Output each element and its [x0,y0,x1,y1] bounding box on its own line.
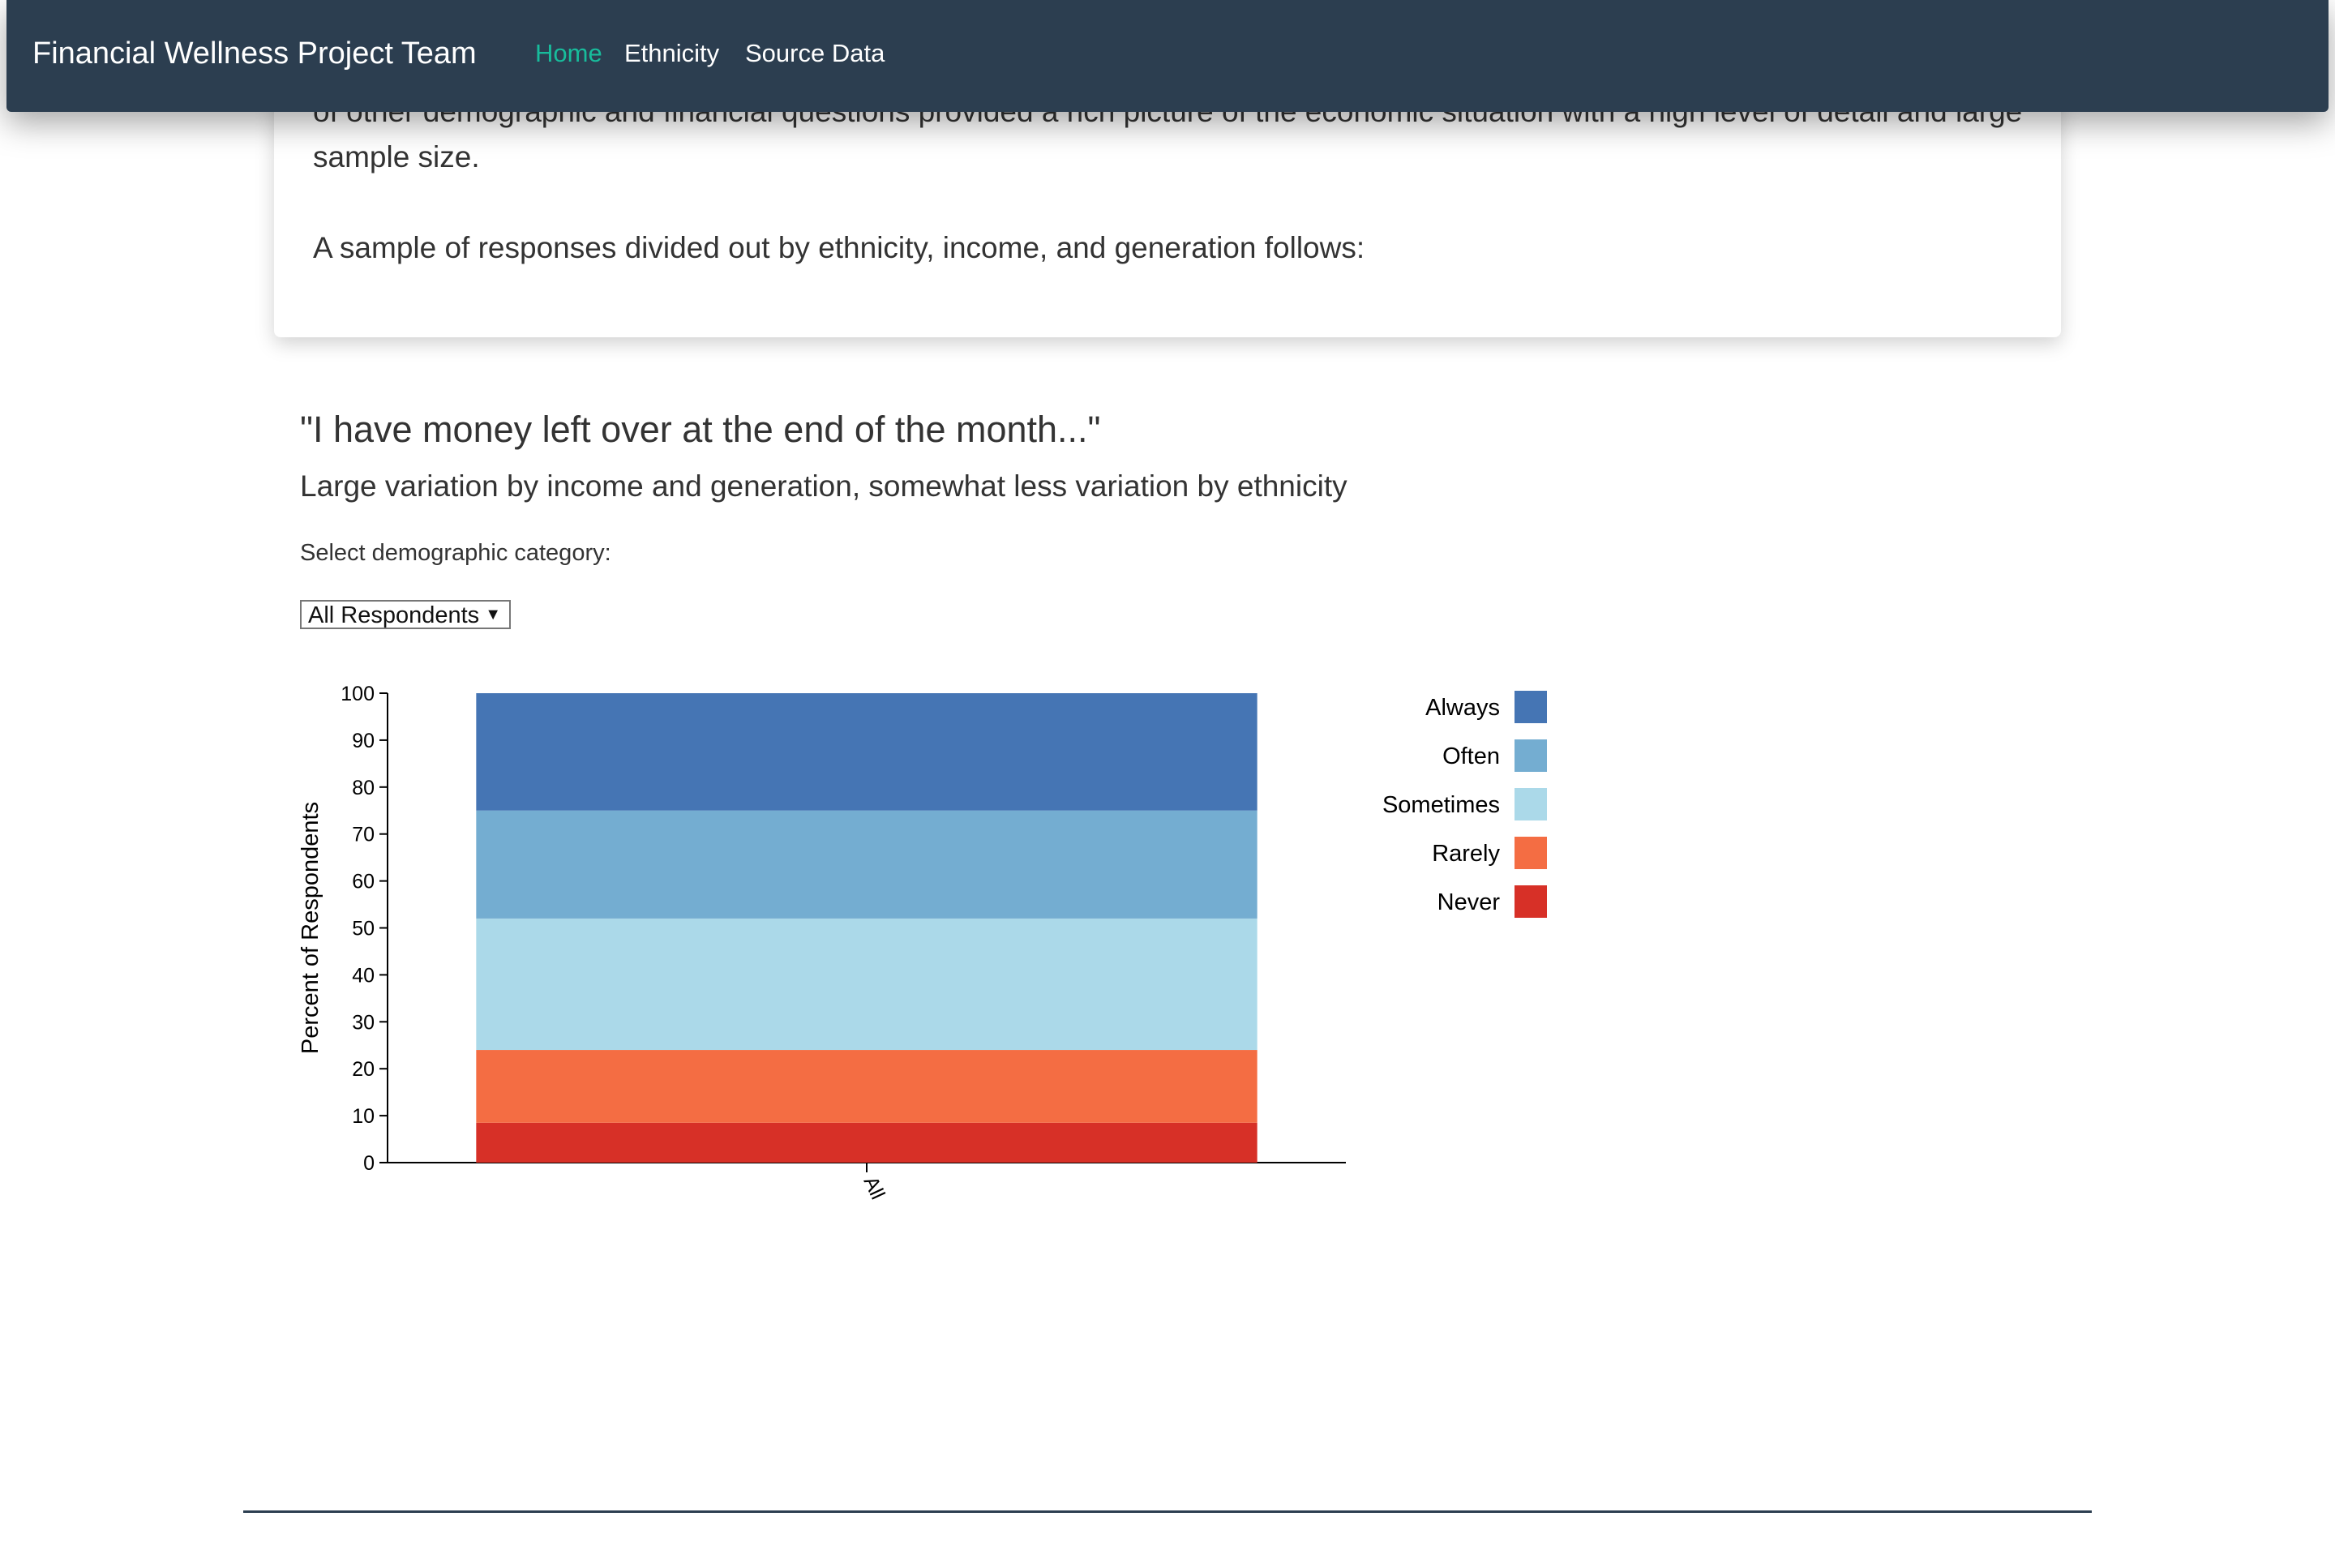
nav-link-ethnicity[interactable]: Ethnicity [624,37,719,70]
chart-section-subtitle: Large variation by income and generation… [300,469,1347,503]
y-axis-title: Percent of Respondents [298,802,323,1054]
x-tick-label: All [859,1173,889,1203]
y-tick-label: 80 [352,777,375,799]
demographic-select-value: All Respondents [308,602,480,628]
footer-divider [243,1510,2092,1513]
demographic-select[interactable]: All Respondents ▼ [300,600,511,629]
intro-sample-text: A sample of responses divided out by eth… [313,231,1365,264]
legend-swatch-often [1515,739,1547,772]
chevron-down-icon: ▼ [485,606,501,623]
nav-link-home[interactable]: Home [535,37,602,70]
bar-segment-never [476,1122,1257,1163]
y-tick-label: 70 [352,824,375,846]
legend-label-rarely: Rarely [1432,841,1500,867]
legend-label-sometimes: Sometimes [1382,792,1500,818]
y-tick-label: 20 [352,1058,375,1081]
y-tick-label: 40 [352,964,375,987]
bar-segment-sometimes [476,918,1257,1051]
y-tick-label: 60 [352,871,375,893]
y-tick-label: 100 [341,683,375,705]
chart-section-title: "I have money left over at the end of th… [300,409,1101,450]
y-tick-label: 50 [352,918,375,940]
bar-segment-often [476,810,1257,919]
y-tick-label: 90 [352,730,375,752]
bar-segment-rarely [476,1050,1257,1123]
y-tick-label: 10 [352,1105,375,1128]
legend-label-often: Often [1442,743,1500,769]
top-navbar: Financial Wellness Project Team Home Eth… [6,0,2329,112]
legend-swatch-always [1515,691,1547,723]
y-tick-label: 30 [352,1011,375,1034]
navbar-brand[interactable]: Financial Wellness Project Team [32,32,477,75]
stacked-bar-chart: 0 10 20 30 40 50 60 70 80 90 100 Percent of Respond… [298,683,1547,1203]
legend-swatch-never [1515,885,1547,918]
legend-swatch-sometimes [1515,788,1547,820]
legend-swatch-rarely [1515,837,1547,869]
bar-segment-always [476,693,1257,811]
nav-link-source-data[interactable]: Source Data [745,37,885,70]
legend-label-never: Never [1437,889,1501,915]
y-tick-label: 0 [363,1152,375,1175]
legend-label-always: Always [1425,695,1500,721]
demographic-select-label: Select demographic category: [300,540,611,566]
